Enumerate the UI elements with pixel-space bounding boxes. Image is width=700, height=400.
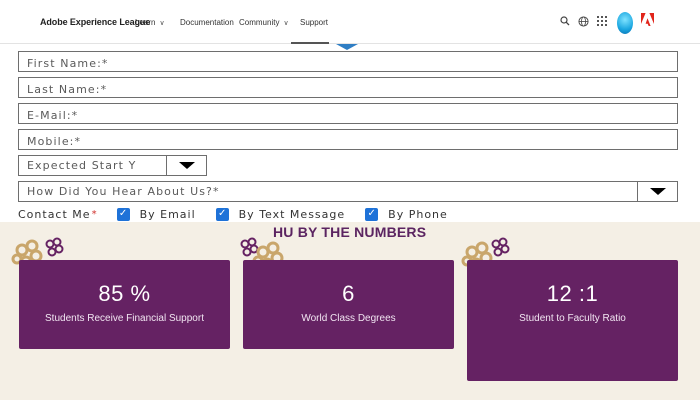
start-year-select[interactable]: Expected Start Y bbox=[18, 155, 207, 176]
email-input[interactable] bbox=[19, 106, 677, 125]
stat-card-financial-support: 85 % Students Receive Financial Support bbox=[19, 260, 230, 349]
nav-item-label: Learn bbox=[135, 18, 156, 27]
hear-about-placeholder: How Did You Hear About Us?* bbox=[27, 185, 220, 198]
stat-value: 12 :1 bbox=[546, 281, 599, 306]
chevron-down-icon: ∨ bbox=[283, 20, 289, 27]
by-phone-checkbox[interactable]: ✓ bbox=[365, 207, 379, 221]
chevron-down-icon[interactable] bbox=[166, 156, 206, 175]
nav-item-label: Support bbox=[300, 18, 329, 27]
first-name-input[interactable] bbox=[19, 54, 677, 73]
active-tab-indicator bbox=[291, 42, 329, 44]
start-year-placeholder: Expected Start Y bbox=[27, 159, 137, 172]
avatar[interactable] bbox=[617, 12, 633, 34]
email-field bbox=[18, 103, 678, 125]
stat-value: 6 bbox=[342, 281, 355, 306]
chevron-down-icon[interactable] bbox=[637, 182, 677, 201]
top-navigation: Adobe Experience League Learn ∨ Documenta… bbox=[0, 0, 700, 44]
by-email-checkbox[interactable]: ✓ bbox=[116, 207, 130, 221]
by-phone-label[interactable]: By Phone bbox=[388, 208, 448, 221]
nav-item-label: Community bbox=[239, 18, 280, 27]
contact-me-label: Contact Me bbox=[18, 207, 91, 221]
contact-me-row: Contact Me * ✓ By Email ✓ By Text Message… bbox=[18, 206, 448, 222]
stat-card-faculty-ratio: 12 :1 Student to Faculty Ratio bbox=[467, 260, 678, 381]
stat-caption: Student to Faculty Ratio bbox=[519, 313, 626, 324]
by-text-message-label[interactable]: By Text Message bbox=[239, 208, 346, 221]
globe-icon[interactable] bbox=[576, 14, 590, 28]
nav-item-support[interactable]: Support bbox=[300, 18, 328, 27]
hear-about-select[interactable]: How Did You Hear About Us?* bbox=[18, 181, 678, 202]
numbers-title: HU BY THE NUMBERS bbox=[273, 224, 427, 240]
nav-item-documentation[interactable]: Documentation bbox=[180, 18, 234, 27]
by-text-message-checkbox[interactable]: ✓ bbox=[215, 207, 229, 221]
dropdown-caret-icon bbox=[336, 44, 358, 50]
nav-item-label: Documentation bbox=[180, 18, 234, 27]
last-name-input[interactable] bbox=[19, 80, 677, 99]
last-name-field bbox=[18, 77, 678, 99]
search-icon[interactable] bbox=[558, 14, 572, 28]
stat-value: 85 % bbox=[98, 281, 151, 306]
mobile-field bbox=[18, 129, 678, 151]
stat-caption: World Class Degrees bbox=[301, 313, 396, 324]
stat-caption: Students Receive Financial Support bbox=[45, 313, 204, 324]
brand-link[interactable]: Adobe Experience League bbox=[40, 17, 150, 27]
first-name-field bbox=[18, 51, 678, 73]
required-mark: * bbox=[91, 208, 97, 220]
nav-item-community[interactable]: Community ∨ bbox=[239, 18, 289, 27]
apps-grid-icon[interactable] bbox=[595, 14, 609, 28]
chevron-down-icon: ∨ bbox=[159, 20, 165, 27]
numbers-section: HU BY THE NUMBERS 85 % Students Receive … bbox=[0, 222, 700, 400]
by-email-label[interactable]: By Email bbox=[140, 208, 196, 221]
mobile-input[interactable] bbox=[19, 132, 677, 151]
nav-item-learn[interactable]: Learn ∨ bbox=[135, 18, 165, 27]
adobe-logo-icon[interactable] bbox=[640, 12, 654, 30]
stat-card-degrees: 6 World Class Degrees bbox=[243, 260, 454, 349]
